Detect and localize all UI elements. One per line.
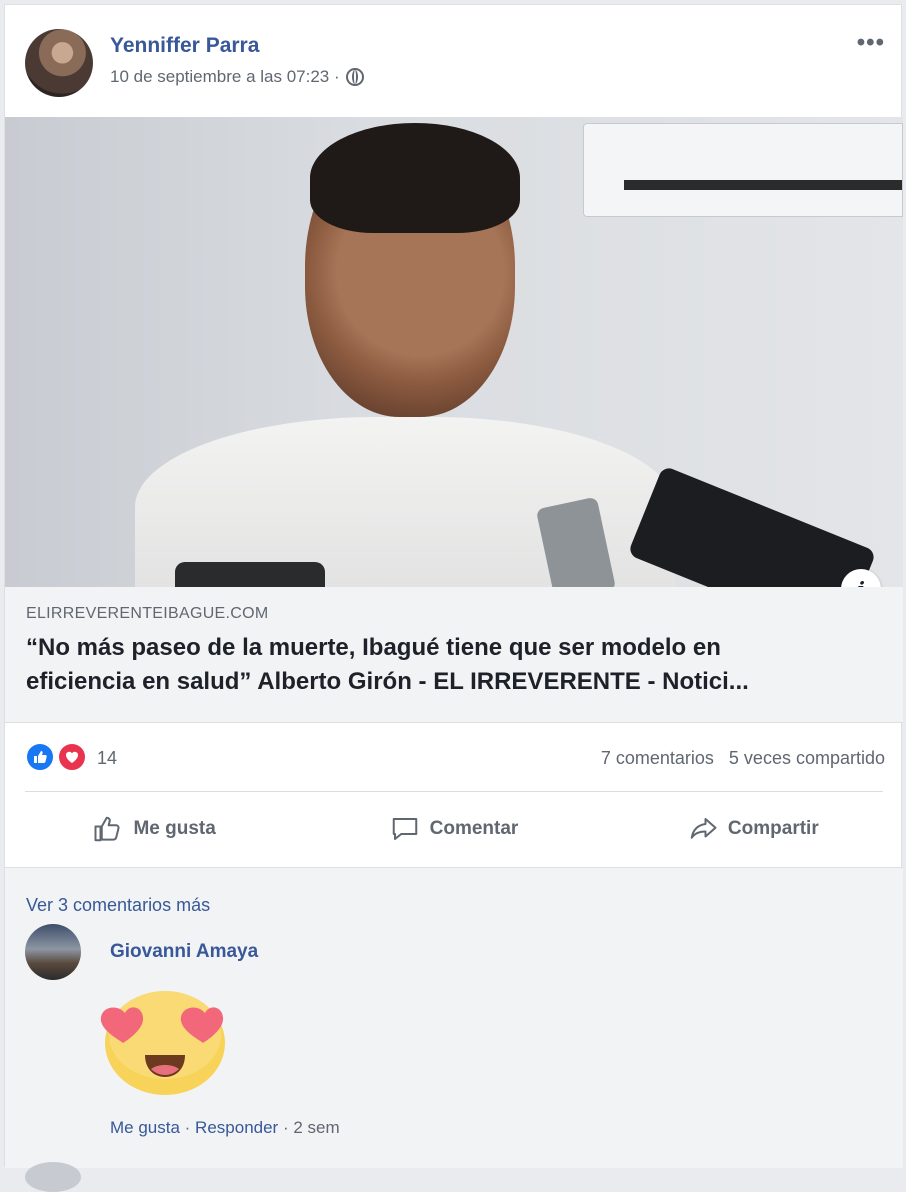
author-name[interactable]: Yenniffer Parra [110,34,259,58]
share-label: Compartir [727,818,819,839]
comment-label: Comentar [429,818,519,839]
like-button[interactable]: Me gusta [5,793,304,865]
share-button[interactable]: Compartir [604,793,903,865]
person-hair [310,123,520,233]
comment-icon [392,818,417,840]
shares-count[interactable]: 5 veces compartido [729,748,885,768]
link-title[interactable]: “No más paseo de la muerte, Ibagué tiene… [26,631,888,699]
love-reaction-icon[interactable] [57,742,87,772]
post-header: Yenniffer Parra 10 de septiembre a las 0… [5,5,901,117]
view-more-comments-link[interactable]: Ver 3 comentarios más [26,895,210,916]
next-comment-avatar [25,1162,81,1192]
post-timestamp[interactable]: 10 de septiembre a las 07:23 · [110,67,340,87]
comment-button[interactable]: Comentar [304,793,603,865]
separator: · [179,1118,196,1137]
link-domain: ELIRREVERENTEIBAGUE.COM [26,605,269,622]
comment-age[interactable]: 2 sem [293,1118,339,1137]
like-label: Me gusta [133,818,216,839]
post-meta: 10 de septiembre a las 07:23 · [110,67,364,87]
comments-section: Ver 3 comentarios más Giovanni Amaya Me … [5,867,903,1192]
divider [25,791,883,792]
link-title-line: eficiencia en salud” Alberto Girón - EL … [26,668,749,695]
separator: · [278,1118,294,1137]
link-title-line: “No más paseo de la muerte, Ibagué tiene… [26,634,721,661]
engagement-counts: 7 comentarios 5 veces compartido [591,748,885,769]
reaction-count[interactable]: 14 [97,748,117,769]
heart-eyes-emoji-icon [100,991,225,1095]
more-options-icon[interactable]: ••• [857,29,885,57]
phone-recorder [627,465,877,587]
comment-reply-link[interactable]: Responder [195,1118,278,1137]
link-preview-text[interactable]: ELIRREVERENTEIBAGUE.COM “No más paseo de… [5,587,903,723]
comment-meta: Me gusta · Responder · 2 sem [110,1118,340,1138]
thumbs-up-icon [94,816,121,842]
share-icon [690,818,717,839]
like-reaction-icon[interactable] [25,742,55,772]
microphone [175,562,325,587]
globe-icon[interactable] [345,68,364,86]
post-card: Yenniffer Parra 10 de septiembre a las 0… [4,4,903,1192]
comments-count[interactable]: 7 comentarios [601,748,714,768]
commenter-avatar[interactable] [25,924,81,980]
action-bar: Me gusta Comentar Compartir [5,793,903,865]
author-avatar[interactable] [25,29,93,97]
link-preview-image[interactable]: i [5,117,903,587]
post-stats: 14 7 comentarios 5 veces compartido [25,738,885,778]
air-conditioner [583,123,903,217]
commenter-name[interactable]: Giovanni Amaya [110,941,258,963]
comment-like-link[interactable]: Me gusta [110,1118,180,1137]
